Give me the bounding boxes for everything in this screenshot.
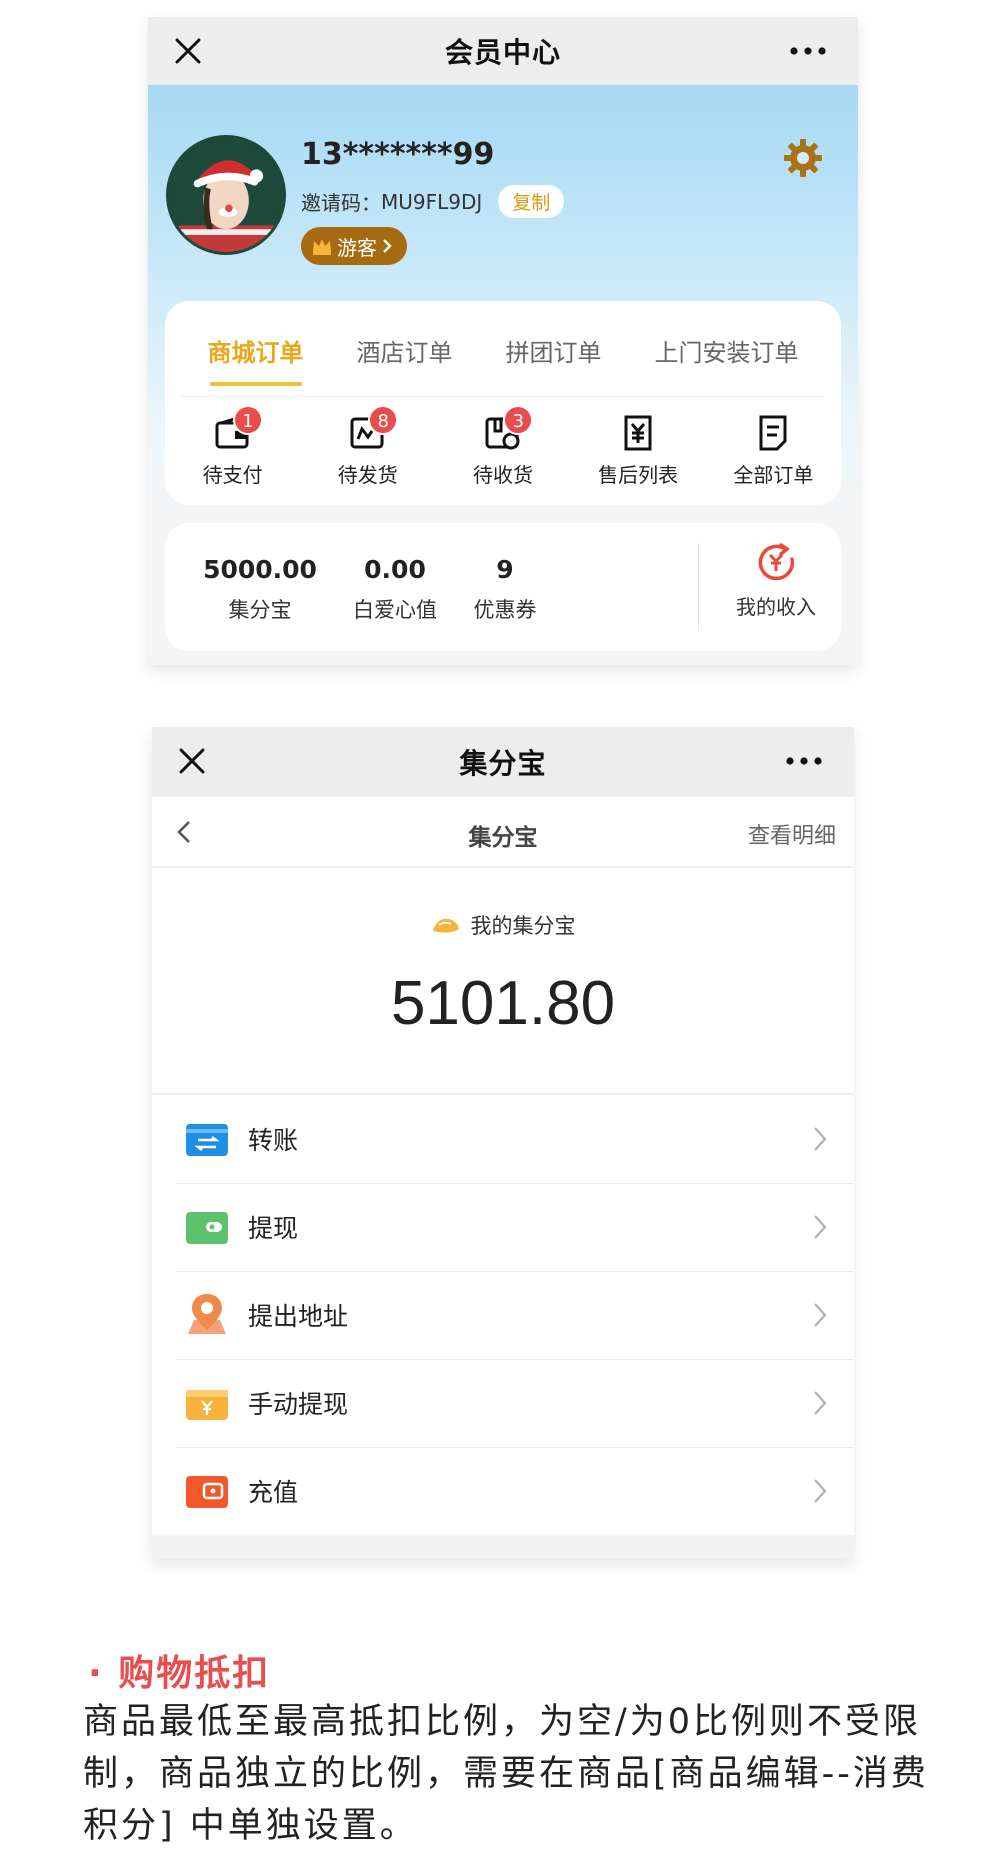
stat-love-value[interactable]: 0.00 白爱心值 bbox=[335, 555, 455, 624]
order-pending-receipt[interactable]: 3 待收货 bbox=[435, 405, 570, 497]
menu-item-withdraw-address[interactable]: 提出地址 bbox=[152, 1271, 854, 1359]
invite-label: 邀请码： bbox=[301, 191, 381, 215]
crown-icon bbox=[313, 239, 331, 255]
more-icon[interactable] bbox=[784, 753, 824, 769]
close-icon[interactable] bbox=[172, 741, 212, 781]
order-status-row: 1 待支付 8 待发货 3 待收货 售后列表 全部订单 bbox=[165, 405, 841, 497]
nav-bar: 集分宝 查看明细 bbox=[152, 797, 854, 867]
more-icon[interactable] bbox=[788, 43, 828, 59]
coin-hand-icon bbox=[432, 918, 459, 933]
orders-card: 商城订单 酒店订单 拼团订单 上门安装订单 1 待支付 8 待发货 3 待收货 … bbox=[165, 301, 841, 505]
jifenbao-screen: 集分宝 集分宝 查看明细 我的集分宝 5101.80 转账 提现 提出地址 手动… bbox=[152, 727, 854, 1559]
gear-icon[interactable] bbox=[782, 137, 824, 179]
copy-button[interactable]: 复制 bbox=[498, 185, 565, 218]
description-paragraph: 商品最低至最高抵扣比例，为空/为0比例则不受限制，商品独立的比例，需要在商品[商… bbox=[83, 1702, 929, 1846]
balance-caption-text: 我的集分宝 bbox=[470, 914, 576, 938]
chevron-right-icon bbox=[814, 1303, 827, 1327]
menu-item-withdraw[interactable]: 提现 bbox=[152, 1183, 854, 1271]
stat-label: 白爱心值 bbox=[353, 598, 437, 622]
order-icon-label: 待收货 bbox=[472, 463, 533, 487]
balance-caption: 我的集分宝 bbox=[152, 910, 854, 940]
pending-payment-badge: 1 bbox=[233, 405, 263, 435]
chevron-right-icon bbox=[814, 1479, 827, 1503]
income-icon bbox=[758, 543, 795, 581]
location-pin-icon bbox=[188, 1294, 226, 1334]
document-icon bbox=[759, 415, 787, 451]
balance-panel: 我的集分宝 5101.80 bbox=[152, 868, 854, 1094]
chevron-right-icon bbox=[814, 1127, 827, 1151]
order-pending-payment[interactable]: 1 待支付 bbox=[165, 405, 300, 497]
profile-header: 13*******99 邀请码： MU9FL9DJ 复制 游客 商城订单 酒店订… bbox=[148, 85, 858, 665]
section-title: · 购物抵扣 bbox=[88, 1653, 271, 1694]
transfer-icon bbox=[186, 1124, 228, 1156]
action-menu: 转账 提现 提出地址 手动提现 充值 bbox=[152, 1095, 854, 1535]
menu-item-label: 转账 bbox=[248, 1126, 299, 1155]
pending-shipment-badge: 8 bbox=[368, 405, 399, 435]
stat-label: 优惠券 bbox=[473, 598, 537, 622]
close-icon[interactable] bbox=[168, 31, 208, 71]
page-title: 会员中心 bbox=[444, 36, 561, 69]
chevron-right-icon bbox=[814, 1215, 827, 1239]
avatar[interactable] bbox=[166, 135, 286, 255]
invite-row: 邀请码： MU9FL9DJ 复制 bbox=[301, 185, 565, 218]
top-bar: 集分宝 bbox=[152, 727, 854, 797]
invite-code: MU9FL9DJ bbox=[381, 189, 483, 214]
divider bbox=[698, 543, 699, 631]
member-level-badge[interactable]: 游客 bbox=[301, 227, 407, 265]
order-after-sales[interactable]: 售后列表 bbox=[571, 407, 706, 497]
pending-receipt-badge: 3 bbox=[503, 405, 534, 435]
menu-item-label: 手动提现 bbox=[248, 1390, 349, 1419]
menu-item-label: 提现 bbox=[248, 1214, 299, 1243]
avatar-image bbox=[169, 138, 283, 252]
tab-install-orders[interactable]: 上门安装订单 bbox=[655, 329, 799, 368]
stat-value: 9 bbox=[496, 555, 514, 584]
stat-label: 集分宝 bbox=[228, 598, 292, 622]
menu-item-recharge[interactable]: 充值 bbox=[152, 1447, 854, 1535]
member-level: 游客 bbox=[337, 235, 377, 260]
tab-mall-orders[interactable]: 商城订单 bbox=[208, 329, 304, 386]
tab-group-orders[interactable]: 拼团订单 bbox=[506, 329, 602, 368]
order-all[interactable]: 全部订单 bbox=[706, 407, 841, 497]
stat-jifenbao[interactable]: 5000.00 集分宝 bbox=[197, 555, 323, 624]
assets-card: 5000.00 集分宝 0.00 白爱心值 9 优惠券 我的收入 bbox=[165, 523, 841, 651]
menu-item-label: 提出地址 bbox=[248, 1302, 349, 1331]
order-icon-label: 全部订单 bbox=[733, 463, 814, 487]
menu-item-label: 充值 bbox=[248, 1478, 299, 1507]
order-icon-label: 待发货 bbox=[337, 463, 398, 487]
stat-value: 0.00 bbox=[364, 555, 426, 584]
recharge-icon bbox=[186, 1476, 228, 1508]
menu-item-manual-withdraw[interactable]: 手动提现 bbox=[152, 1359, 854, 1447]
order-pending-shipment[interactable]: 8 待发货 bbox=[300, 405, 435, 497]
order-icon-label: 待支付 bbox=[202, 463, 263, 487]
stat-value: 5000.00 bbox=[203, 555, 317, 584]
user-phone: 13*******99 bbox=[301, 137, 495, 172]
manual-withdraw-icon bbox=[186, 1390, 228, 1420]
member-center-screen: 会员中心 13*******99 邀请码： MU9FL9DJ 复制 游客 商城订… bbox=[148, 17, 858, 665]
stat-coupons[interactable]: 9 优惠券 bbox=[455, 555, 555, 624]
order-icon-label: 售后列表 bbox=[598, 463, 679, 487]
menu-item-transfer[interactable]: 转账 bbox=[152, 1095, 854, 1183]
chevron-right-icon bbox=[383, 239, 392, 253]
income-label: 我的收入 bbox=[736, 595, 816, 619]
view-details-link[interactable]: 查看明细 bbox=[748, 818, 836, 850]
balance-amount: 5101.80 bbox=[390, 969, 616, 1038]
withdraw-wallet-icon bbox=[186, 1212, 228, 1244]
tab-hotel-orders[interactable]: 酒店订单 bbox=[357, 329, 453, 368]
window-title: 集分宝 bbox=[459, 747, 547, 780]
yuan-refund-icon bbox=[624, 415, 652, 451]
order-tabs: 商城订单 酒店订单 拼团订单 上门安装订单 bbox=[181, 301, 825, 397]
my-income[interactable]: 我的收入 bbox=[721, 541, 831, 620]
chevron-right-icon bbox=[814, 1391, 827, 1415]
top-bar: 会员中心 bbox=[148, 17, 858, 85]
